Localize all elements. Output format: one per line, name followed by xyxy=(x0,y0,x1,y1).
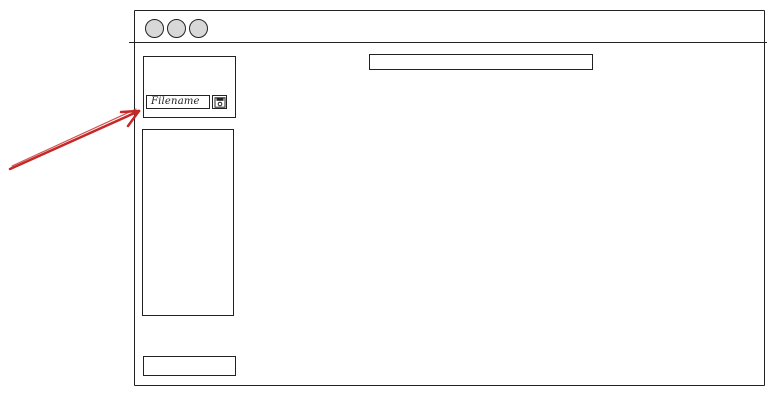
wireframe-canvas: Filename xyxy=(0,0,775,396)
annotation-arrow xyxy=(8,108,141,171)
